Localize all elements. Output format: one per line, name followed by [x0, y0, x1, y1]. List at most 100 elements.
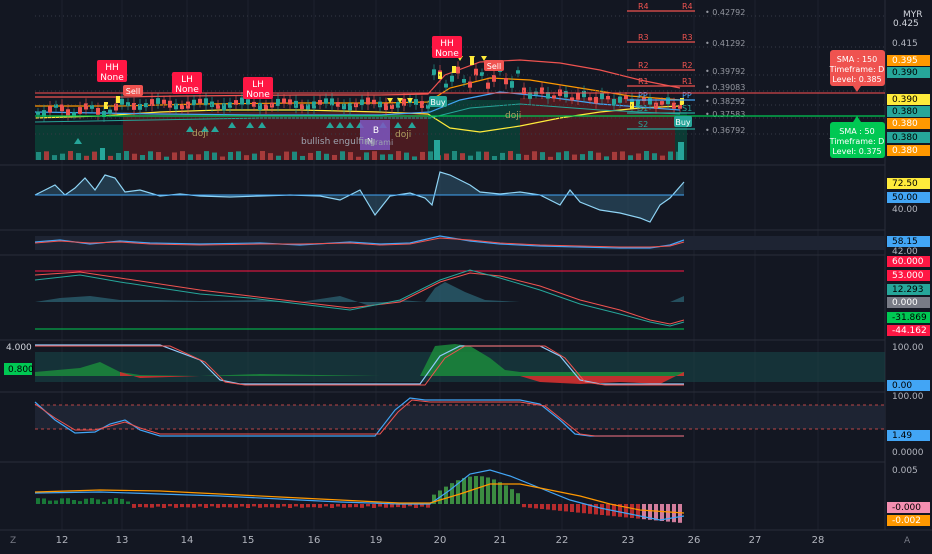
volume-bar: [324, 153, 329, 160]
volume-bar: [556, 152, 561, 160]
histogram-bar: [306, 504, 310, 508]
candle-body: [306, 104, 310, 110]
volume-bar: [124, 151, 129, 160]
stochastic-pane[interactable]: [34, 235, 885, 250]
candle-body: [606, 96, 610, 100]
time-axis-label: 27: [749, 535, 762, 546]
volume-bar: [284, 151, 289, 160]
volume-bar: [228, 151, 233, 160]
volume-bar: [116, 153, 121, 160]
histogram-bar: [132, 504, 136, 508]
histogram-bar: [246, 504, 250, 508]
bull-zone-2: [428, 100, 520, 160]
auto-scale-icon[interactable]: A: [904, 536, 911, 546]
histogram-bar: [390, 504, 394, 508]
candle-body: [444, 83, 448, 88]
pivot-left-label: S1: [638, 104, 648, 113]
volume-bar: [364, 152, 369, 160]
buy-label-2[interactable]: Buy: [674, 116, 692, 127]
pivot-right-label: PP: [682, 91, 692, 100]
rsi-pane[interactable]: [34, 171, 685, 223]
sma150-tooltip[interactable]: SMA : 150 Timeframe: D Level: 0.385: [829, 50, 885, 92]
signal-hh-1[interactable]: HH None: [97, 60, 127, 83]
volume-bar: [628, 155, 633, 160]
hist-axis-label: 0.005: [892, 466, 918, 476]
svg-text:None: None: [175, 85, 199, 95]
stochastic2-pane[interactable]: [34, 397, 885, 437]
trading-chart[interactable]: R4 R4 • 0.42792 R3 R3 • 0.41292 R2 R2 • 0.39792 R…: [0, 0, 932, 550]
signal-lh-2[interactable]: LH None: [243, 77, 273, 100]
time-axis-label: 21: [494, 535, 507, 546]
histogram-bar: [462, 478, 466, 504]
buy-label-1[interactable]: Buy: [429, 96, 447, 107]
pivot-right-label: R1: [682, 77, 693, 86]
volume-bar: [500, 152, 505, 160]
candle-body: [666, 97, 670, 105]
volume-bar: [508, 151, 513, 160]
histogram-bar: [474, 476, 478, 504]
volume-bar: [652, 153, 657, 160]
price-axis: 0.415 0.395 0.390 0.390 0.380 0.380 0.380 0.380…: [887, 39, 930, 526]
histogram-bar: [234, 504, 238, 508]
candle-body: [492, 75, 496, 82]
histogram-bar: [204, 504, 208, 508]
pivot-value: • 0.38292: [705, 97, 745, 106]
candle-body: [36, 111, 40, 115]
histogram-bar: [126, 501, 130, 504]
candle-body: [600, 92, 604, 100]
histogram-bar: [336, 504, 340, 507]
sell-label-1[interactable]: Sell: [123, 85, 143, 96]
sma50-tooltip[interactable]: SMA : 50 Timeframe: D Level: 0.375: [829, 116, 885, 158]
macd-axis-label: 0.000: [892, 298, 918, 308]
volume-bar: [678, 142, 684, 160]
volume-bar: [252, 153, 257, 160]
volume-bar: [244, 155, 249, 160]
candle-body: [618, 96, 622, 103]
pivot-left-label: R2: [638, 61, 649, 70]
histogram-bar: [36, 498, 40, 504]
stoch-axis-label: 58.15: [892, 237, 918, 247]
volume-bar: [444, 153, 449, 160]
osc-left-top: 4.000: [6, 343, 32, 353]
histogram-bar: [450, 483, 454, 504]
price-pane[interactable]: R4 R4 • 0.42792 R3 R3 • 0.41292 R2 R2 • 0.39792 R…: [34, 2, 885, 160]
volume-bar: [620, 151, 625, 160]
candle-body: [78, 107, 82, 114]
volume-bar: [196, 154, 201, 160]
volume-bar: [188, 154, 193, 160]
histogram-pane[interactable]: [34, 469, 685, 523]
histogram-bar: [342, 504, 346, 508]
histogram-bar: [540, 504, 544, 509]
histogram-bar: [264, 504, 268, 508]
svg-text:Buy: Buy: [675, 118, 691, 127]
osc-axis-label: 0.00: [892, 381, 912, 391]
candle-highlight: [438, 72, 442, 79]
candle-body: [354, 102, 358, 108]
histogram-bar: [378, 504, 382, 507]
oscillator-pane[interactable]: [35, 344, 885, 386]
histogram-bar: [198, 504, 202, 507]
candle-body: [486, 82, 490, 89]
candle-body: [366, 97, 370, 105]
svg-text:LH: LH: [181, 75, 193, 85]
zoom-icon[interactable]: Z: [10, 536, 16, 546]
volume-bar: [372, 151, 377, 160]
histogram-bar: [150, 504, 154, 508]
hist-axis-label: -0.000: [892, 503, 921, 513]
svg-text:Timeframe: D: Timeframe: D: [829, 137, 885, 146]
histogram-bar: [630, 504, 634, 518]
signal-lh-1[interactable]: LH None: [172, 72, 202, 95]
svg-text:None: None: [246, 90, 270, 100]
volume-bar: [148, 151, 153, 160]
volume-bar: [404, 152, 409, 160]
candle-body: [156, 98, 160, 104]
volume-bar: [524, 154, 529, 160]
volume-bar: [572, 154, 577, 160]
sell-label-2[interactable]: Sell: [484, 60, 504, 71]
candle-body: [552, 95, 556, 99]
volume-bar: [380, 154, 385, 160]
signal-hh-2[interactable]: HH None: [432, 36, 462, 59]
histogram-bar: [312, 504, 316, 508]
macd-pane[interactable]: [34, 269, 685, 330]
candle-body: [96, 107, 100, 115]
